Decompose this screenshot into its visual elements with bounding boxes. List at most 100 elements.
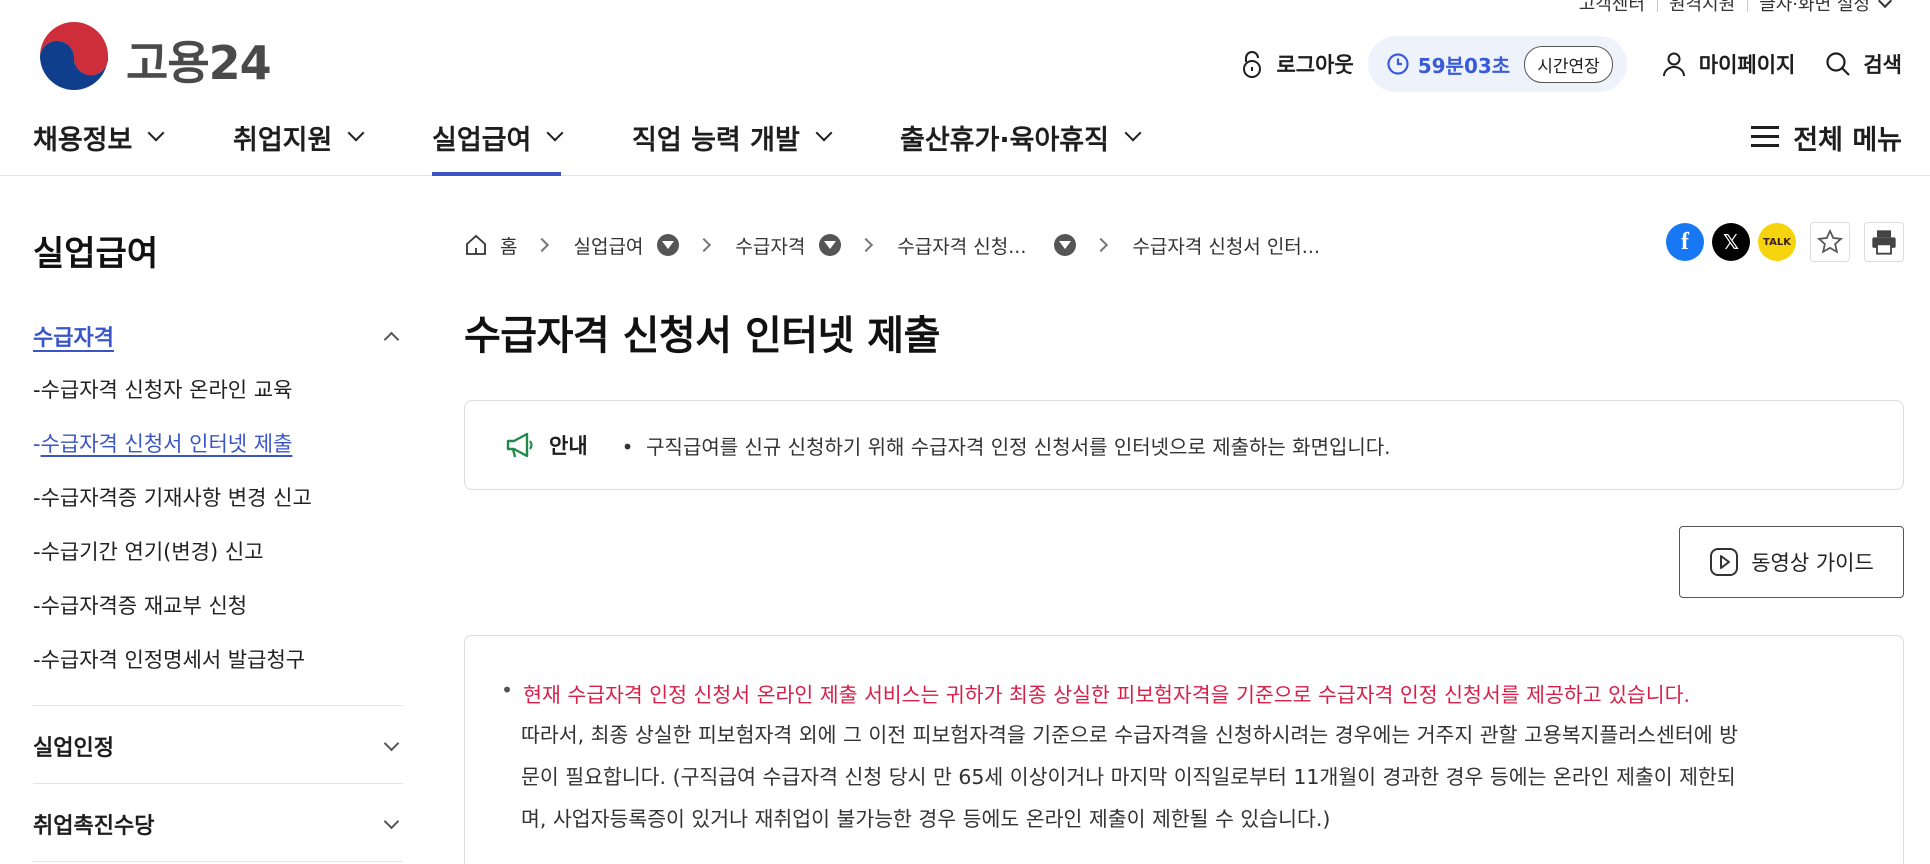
- mypage-link[interactable]: 마이페이지: [1661, 49, 1796, 79]
- video-guide-label: 동영상 가이드: [1751, 551, 1874, 575]
- sidebar-item-change-report[interactable]: -수급자격증 기재사항 변경 신고: [33, 482, 403, 536]
- logo-text: 고용24: [126, 36, 272, 90]
- video-guide-button[interactable]: 동영상 가이드: [1679, 526, 1904, 598]
- font-screen-settings[interactable]: 글자·화면 설정: [1747, 0, 1902, 14]
- chevron-down-icon: [1124, 124, 1142, 142]
- gnb-item-unemployment-benefits[interactable]: 실업급여: [432, 110, 564, 176]
- info-line: 따라서, 최종 상실한 피보험자격 외에 그 이전 피보험자격을 기준으로 수급…: [521, 723, 1738, 747]
- chevron-right-icon: [535, 237, 550, 253]
- breadcrumb-item[interactable]: 수급자격 신청...: [897, 232, 1077, 259]
- sidebar-section-toggle[interactable]: 실업인정: [33, 730, 403, 762]
- breadcrumb-home[interactable]: 홈: [464, 232, 517, 259]
- site-logo[interactable]: 고용24: [36, 22, 272, 98]
- search-button[interactable]: 검색: [1825, 49, 1902, 79]
- dropdown-circle-icon[interactable]: [819, 234, 842, 256]
- global-nav: 채용정보 취업지원 실업급여 직업 능력 개발 출산휴가·육아휴직 전체 메뉴: [0, 110, 1930, 176]
- star-icon: [1816, 228, 1844, 254]
- sidebar-section-toggle[interactable]: 취업촉진수당: [33, 808, 403, 840]
- search-label: 검색: [1863, 53, 1902, 77]
- customer-center-link[interactable]: 고객센터: [1567, 0, 1657, 14]
- sidebar-item-label: 수급기간 연기(변경) 신고: [40, 540, 264, 564]
- sidebar-section-label: 수급자격: [33, 326, 114, 351]
- info-highlight: • 현재 수급자격 인정 신청서 온라인 제출 서비스는 귀하가 최종 상실한 피…: [501, 678, 1691, 707]
- sidebar-item-label: 수급자격 인정명세서 발급청구: [40, 648, 306, 672]
- info-line: 문이 필요합니다. (구직급여 수급자격 신청 당시 만 65세 이상이거나 마…: [521, 765, 1736, 789]
- extend-session-button[interactable]: 시간연장: [1524, 45, 1613, 83]
- logout-label: 로그아웃: [1276, 53, 1354, 77]
- gnb-label: 실업급여: [432, 124, 532, 156]
- notice-label: 안내: [549, 434, 588, 458]
- search-icon: [1826, 52, 1851, 76]
- timer-value: 59분03초: [1417, 53, 1511, 78]
- sidebar-title: 실업급여: [33, 234, 159, 274]
- all-menu-label: 전체 메뉴: [1793, 124, 1902, 156]
- gnb-item-skills-development[interactable]: 직업 능력 개발: [632, 110, 833, 176]
- sidebar-item-period-extension[interactable]: -수급기간 연기(변경) 신고: [33, 536, 403, 590]
- sidebar-item-reissue[interactable]: -수급자격증 재교부 신청: [33, 590, 403, 644]
- mypage-label: 마이페이지: [1698, 53, 1796, 77]
- breadcrumb-label: 수급자격 신청...: [897, 235, 1027, 258]
- sidebar-item-online-education[interactable]: -수급자격 신청자 온라인 교육: [33, 374, 403, 428]
- gnb-label: 직업 능력 개발: [632, 124, 800, 156]
- kakao-label: TALK: [1763, 236, 1791, 248]
- hamburger-icon: [1751, 126, 1780, 148]
- sidebar-section-employment-promotion: 취업촉진수당: [33, 808, 403, 840]
- all-menu-button[interactable]: 전체 메뉴: [1751, 110, 1902, 176]
- favorite-star-button[interactable]: [1810, 222, 1850, 262]
- play-icon: [1710, 548, 1739, 576]
- sidebar-item-label: 수급자격증 재교부 신청: [40, 594, 248, 618]
- sidebar-divider: [33, 705, 403, 706]
- sidebar-section-label: 실업인정: [33, 736, 114, 761]
- sidebar-sub-list: -수급자격 신청자 온라인 교육 -수급자격 신청서 인터넷 제출 -수급자격증…: [33, 374, 403, 698]
- sidebar-item-statement-request[interactable]: -수급자격 인정명세서 발급청구: [33, 644, 403, 698]
- breadcrumb-current: 수급자격 신청서 인터...: [1132, 232, 1320, 259]
- breadcrumb: 홈 실업급여 수급자격 수급자격 신청... 수급자격 신청서 인터...: [464, 226, 1320, 264]
- chevron-right-icon: [697, 237, 712, 253]
- chevron-down-icon: [347, 124, 365, 142]
- breadcrumb-label: 수급자격 신청서 인터...: [1132, 235, 1320, 258]
- breadcrumb-item[interactable]: 실업급여: [573, 232, 680, 259]
- chevron-down-icon: [546, 124, 564, 142]
- gnb-label: 출산휴가·육아휴직: [900, 124, 1109, 156]
- chevron-down-icon: [1877, 0, 1893, 9]
- notice-message: 구직급여를 신규 신청하기 위해 수급자격 인정 신청서를 인터넷으로 제출하는…: [646, 434, 1391, 459]
- gnb-label: 채용정보: [33, 124, 133, 156]
- sidebar-item-internet-submission[interactable]: -수급자격 신청서 인터넷 제출: [33, 428, 403, 482]
- x-share-icon[interactable]: 𝕏: [1712, 223, 1750, 261]
- user-icon: [1662, 52, 1685, 77]
- dropdown-circle-icon[interactable]: [1054, 234, 1077, 256]
- sidebar-section-eligibility: 수급자격 -수급자격 신청자 온라인 교육 -수급자격 신청서 인터넷 제출 -…: [33, 320, 403, 698]
- lock-icon: [1243, 51, 1262, 78]
- chevron-right-icon: [859, 237, 874, 253]
- sidebar-section-unemployment-recognition: 실업인정: [33, 730, 403, 762]
- sidebar-divider: [33, 783, 403, 784]
- logout-button[interactable]: 로그아웃: [1240, 49, 1354, 79]
- gnb-item-employment-support[interactable]: 취업지원: [233, 110, 365, 176]
- gnb-label: 취업지원: [233, 124, 333, 156]
- sidebar-section-toggle[interactable]: 수급자격: [33, 320, 403, 352]
- gnb-item-maternity-parental-leave[interactable]: 출산휴가·육아휴직: [900, 110, 1142, 176]
- sidebar-divider: [33, 861, 403, 862]
- dropdown-circle-icon[interactable]: [657, 234, 680, 256]
- sidebar-item-label: 수급자격 신청서 인터넷 제출: [40, 432, 293, 456]
- info-body: 따라서, 최종 상실한 피보험자격 외에 그 이전 피보험자격을 기준으로 수급…: [501, 714, 1863, 840]
- breadcrumb-label: 홈: [500, 235, 518, 258]
- kakaotalk-share-icon[interactable]: TALK: [1758, 223, 1796, 261]
- facebook-share-icon[interactable]: f: [1666, 223, 1704, 261]
- notice-text: • 구직급여를 신규 신청하기 위해 수급자격 인정 신청서를 인터넷으로 제출…: [621, 434, 1391, 459]
- clock-icon: [1387, 53, 1409, 75]
- font-screen-label: 글자·화면 설정: [1759, 0, 1870, 15]
- print-button[interactable]: [1864, 222, 1904, 262]
- breadcrumb-label: 실업급여: [573, 235, 644, 258]
- megaphone-icon: [506, 432, 533, 458]
- sidebar-item-label: 수급자격 신청자 온라인 교육: [40, 378, 293, 402]
- remote-support-link[interactable]: 원격지원: [1656, 0, 1747, 14]
- chevron-down-icon: [147, 124, 165, 142]
- header-actions: 로그아웃 59분03초 시간연장 마이페이지 검색: [1240, 36, 1902, 92]
- breadcrumb-item[interactable]: 수급자격: [735, 232, 842, 259]
- share-tools: f 𝕏 TALK: [1658, 222, 1904, 262]
- utility-bar: 고객센터 원격지원 글자·화면 설정: [1567, 0, 1902, 22]
- printer-icon: [1872, 230, 1896, 255]
- breadcrumb-label: 수급자격: [735, 235, 806, 258]
- gnb-item-jobs[interactable]: 채용정보: [33, 110, 165, 176]
